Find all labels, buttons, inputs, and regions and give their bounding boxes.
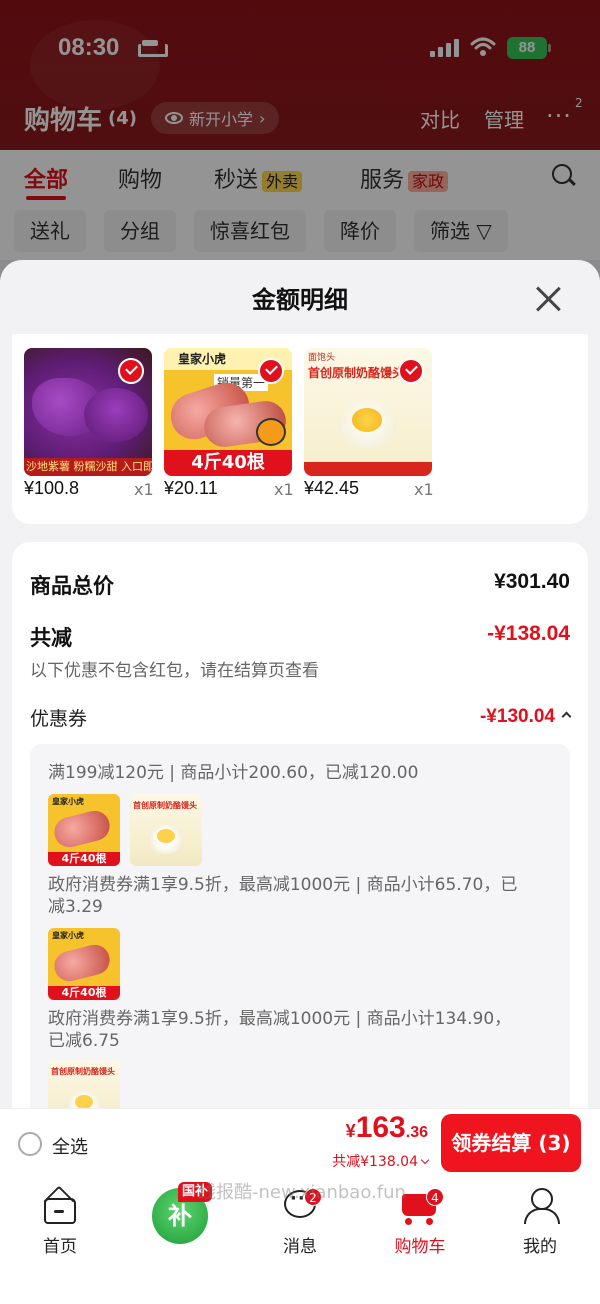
product-item[interactable]: 皇家小虎 销量第一 4斤40根 ¥20.11 x1 bbox=[164, 348, 294, 499]
product-item[interactable]: 面饱头 首创原制奶酪馒头 ¥42.45 x1 bbox=[304, 348, 434, 499]
product-title: 首创原制奶酪馒头 bbox=[308, 366, 405, 380]
cheese-bun-image: 面饱头 首创原制奶酪馒头 bbox=[304, 348, 432, 476]
sweet-potato-image: 沙地紫薯 粉糯沙甜 入口即化 bbox=[24, 348, 152, 476]
total-amount: ¥163.36 bbox=[345, 1111, 428, 1144]
cheese-bun-thumbnail: 首创原制奶酪馒头 bbox=[48, 1060, 120, 1108]
chevron-down-icon bbox=[420, 1155, 430, 1165]
watermark: 线报酷-new.xianbao.fun bbox=[198, 1182, 406, 1203]
home-icon bbox=[43, 1185, 76, 1224]
product-price: ¥42.45 bbox=[304, 478, 360, 498]
discount-value: -¥138.04 bbox=[487, 622, 570, 645]
cart-badge: 4 bbox=[426, 1188, 444, 1206]
modal-overlay[interactable] bbox=[0, 0, 600, 280]
coupon-line: 满199减120元 | 商品小计200.60，已减120.00 bbox=[48, 763, 419, 783]
chevron-up-icon bbox=[561, 711, 572, 722]
product-qty: x1 bbox=[414, 480, 434, 499]
total-label: 商品总价 bbox=[30, 574, 114, 598]
discount-label: 共减 bbox=[30, 626, 72, 650]
checked-icon bbox=[258, 358, 284, 384]
product-banner: 4斤40根 bbox=[164, 450, 292, 476]
product-list-card: 沙地紫薯 粉糯沙甜 入口即化 ¥100.8 x1 皇家小虎 销量第一 4斤40根… bbox=[12, 334, 588, 524]
coupon-value: -¥130.04 bbox=[479, 706, 555, 727]
price-breakdown-card: 商品总价 ¥301.40 共减 -¥138.04 以下优惠不包含红包，请在结算页… bbox=[12, 542, 588, 1108]
tabbar-home-label: 首页 bbox=[43, 1237, 77, 1257]
amount-detail-sheet: 金额明细 沙地紫薯 粉糯沙甜 入口即化 ¥100.8 x1 皇家小虎 销量第一 … bbox=[0, 260, 600, 1108]
tiger-mascot-icon bbox=[256, 418, 286, 446]
product-item[interactable]: 沙地紫薯 粉糯沙甜 入口即化 ¥100.8 x1 bbox=[24, 348, 154, 499]
user-icon bbox=[524, 1188, 560, 1224]
coupon-line: 政府消费券满1享9.5折，最高减1000元 | 商品小计65.70，已减3.29 bbox=[48, 875, 518, 917]
checkout-button[interactable]: 领券结算 (3) bbox=[441, 1114, 581, 1172]
tabbar-messages-label: 消息 bbox=[283, 1237, 317, 1257]
sausage-thumbnail: 皇家小虎 4斤40根 bbox=[48, 794, 120, 866]
coupon-label: 优惠券 bbox=[30, 708, 88, 730]
tabbar-me-label: 我的 bbox=[523, 1237, 557, 1257]
sheet-title: 金额明细 bbox=[252, 286, 348, 314]
coupon-toggle[interactable]: -¥130.04 bbox=[479, 706, 572, 728]
product-caption: 沙地紫薯 粉糯沙甜 入口即化 bbox=[24, 458, 152, 476]
cheese-bun-thumbnail: 首创原制奶酪馒头 bbox=[130, 794, 202, 866]
product-qty: x1 bbox=[134, 480, 154, 499]
close-icon[interactable] bbox=[534, 284, 562, 312]
coupon-line: 政府消费券满1享9.5折，最高减1000元 | 商品小计134.90，已减6.7… bbox=[48, 1009, 512, 1051]
checked-icon bbox=[118, 358, 144, 384]
sausage-image: 皇家小虎 销量第一 4斤40根 bbox=[164, 348, 292, 476]
product-qty: x1 bbox=[274, 480, 294, 499]
total-value: ¥301.40 bbox=[494, 570, 570, 593]
select-all-label[interactable]: 全选 bbox=[52, 1133, 88, 1159]
product-price: ¥20.11 bbox=[164, 478, 218, 498]
sausage-thumbnail: 皇家小虎 4斤40根 bbox=[48, 928, 120, 1000]
select-all-radio[interactable] bbox=[18, 1132, 42, 1156]
tabbar-cart-label: 购物车 bbox=[394, 1237, 446, 1257]
product-brand-small: 面饱头 bbox=[308, 353, 336, 363]
coupon-details: 满199减120元 | 商品小计200.60，已减120.00 皇家小虎 4斤40… bbox=[30, 744, 570, 1108]
saved-amount-toggle[interactable]: 共减¥138.04 bbox=[332, 1151, 430, 1171]
product-price: ¥100.8 bbox=[24, 478, 80, 498]
checkout-bar: 全选 ¥163.36 共减¥138.04 领券结算 (3) bbox=[0, 1108, 600, 1178]
checked-icon bbox=[398, 358, 424, 384]
discount-note: 以下优惠不包含红包，请在结算页查看 bbox=[30, 661, 319, 681]
